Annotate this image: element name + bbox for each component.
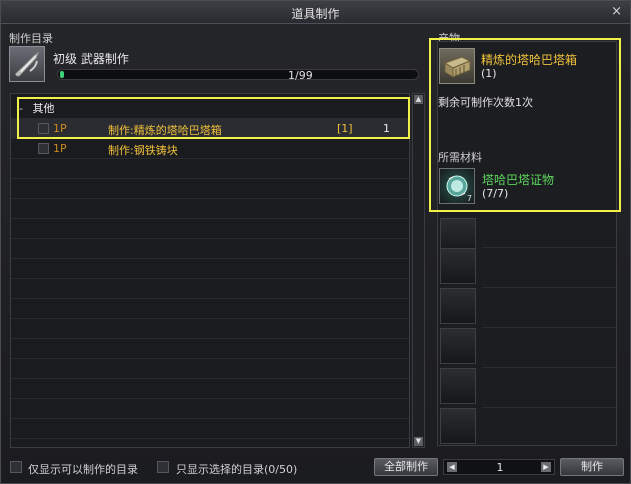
row-divider [11,278,409,279]
row-divider [11,318,409,319]
empty-slot[interactable] [440,288,476,324]
material-icon-count: 7 [466,194,472,203]
craftable-only-label: 仅显示可以制作的目录 [28,463,138,476]
group-label: 其他 [32,102,55,115]
crafting-window: 道具制作 × 制作目录 初级 武器制作 1/99 - 其他 1P 制作:精炼的塔… [0,0,631,484]
selected-only-label: 只显示选择的目录(0/50) [176,463,298,476]
row-divider [11,138,409,139]
row-divider [11,298,409,299]
materials-label: 所需材料 [438,151,482,164]
slot-divider [482,367,616,368]
row-divider [11,218,409,219]
title-bar[interactable]: 道具制作 × [1,1,630,24]
item-qty: [1] [337,122,353,135]
row-divider [11,358,409,359]
quantity-value[interactable]: 1 [444,461,556,474]
slot-divider [482,287,616,288]
empty-slot[interactable] [440,248,476,284]
list-item[interactable]: 1P 制作:钢铁铸块 [11,138,409,158]
craft-button[interactable]: 制作 [560,458,624,476]
row-divider [11,158,409,159]
material-name: 塔哈巴塔证物 [482,173,555,187]
product-name: 精炼的塔哈巴塔箱 [481,53,578,67]
progress-text: 1/99 [288,69,313,82]
catalog-label: 制作目录 [9,32,53,45]
weapon-recipe-icon [9,46,45,82]
item-count: 1 [383,122,390,135]
item-level: 1P [53,122,67,135]
list-item[interactable]: 1P 制作:精炼的塔哈巴塔箱 [1] 1 [11,118,409,138]
progress-fill [60,71,64,78]
scroll-up-icon[interactable]: ▲ [414,95,423,104]
item-name: 制作:钢铁铸块 [108,144,178,157]
slot-divider [482,247,616,248]
craft-all-button[interactable]: 全部制作 [374,458,438,476]
item-name: 制作:精炼的塔哈巴塔箱 [108,124,222,137]
slot-divider [482,407,616,408]
row-divider [11,378,409,379]
empty-slot[interactable] [440,368,476,404]
row-divider [11,258,409,259]
close-icon[interactable]: × [611,4,622,19]
row-divider [11,418,409,419]
recipe-progress-bar: 1/99 [57,69,419,82]
group-other[interactable]: - 其他 [19,100,55,116]
item-checkbox[interactable] [38,143,49,154]
recipe-list[interactable]: - 其他 1P 制作:精炼的塔哈巴塔箱 [1] 1 1P 制作:钢铁铸块 [10,93,410,448]
empty-slot[interactable] [440,408,476,444]
list-scrollbar[interactable]: ▲ ▼ [412,93,425,448]
window-title: 道具制作 [291,7,340,21]
item-level: 1P [53,142,67,155]
remaining-count-text: 剩余可制作次数1次 [438,96,533,109]
scroll-down-icon[interactable]: ▼ [414,437,423,446]
increase-icon[interactable]: ▶ [541,462,551,472]
row-divider [11,438,409,439]
row-divider [11,198,409,199]
recipe-title: 初级 武器制作 [53,52,129,66]
row-divider [11,238,409,239]
row-divider [11,338,409,339]
product-qty: (1) [481,67,497,80]
selected-only-checkbox[interactable] [157,461,169,473]
craftable-only-checkbox[interactable] [10,461,22,473]
row-divider [11,178,409,179]
evidence-item-icon[interactable]: 7 [439,168,475,204]
slot-divider [482,327,616,328]
quantity-stepper[interactable]: ◀ 1 ▶ [443,459,555,475]
collapse-icon[interactable]: - [19,102,29,115]
empty-slot[interactable] [440,328,476,364]
row-divider [11,398,409,399]
material-qty: (7/7) [482,187,509,200]
box-icon[interactable] [439,48,475,84]
item-checkbox[interactable] [38,123,49,134]
